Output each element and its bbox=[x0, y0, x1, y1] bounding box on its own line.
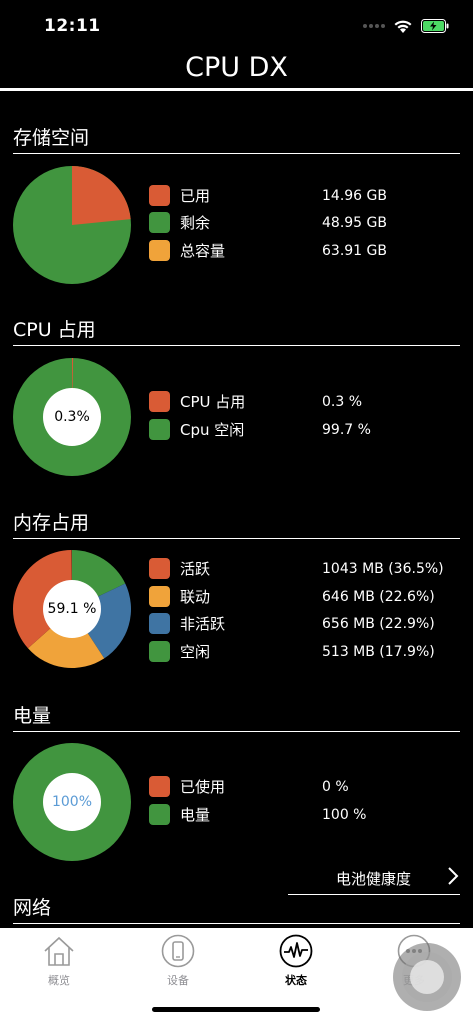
memory-legend-inactive: 非活跃 656 MB (22.9%) bbox=[149, 613, 469, 635]
storage-used-slice bbox=[72, 166, 131, 225]
phone-icon bbox=[161, 934, 195, 968]
cpu-title: CPU 占用 bbox=[13, 319, 96, 341]
status-time: 12:11 bbox=[44, 16, 101, 36]
legend-label: 电量 bbox=[180, 806, 211, 824]
legend-value: 48.95 GB bbox=[322, 215, 387, 231]
home-icon bbox=[44, 936, 74, 966]
legend-value: 646 MB (22.6%) bbox=[322, 589, 435, 605]
status-icons bbox=[363, 16, 449, 36]
legend-label: 联动 bbox=[180, 588, 211, 606]
title-divider bbox=[0, 88, 473, 91]
memory-divider bbox=[13, 538, 460, 539]
activity-icon bbox=[279, 934, 313, 968]
legend-swatch bbox=[149, 419, 170, 440]
tab-status[interactable]: 状态 bbox=[266, 934, 326, 990]
legend-label: 剩余 bbox=[180, 214, 211, 232]
battery-legend-used: 已使用 0 % bbox=[149, 776, 469, 798]
legend-label: 空闲 bbox=[180, 643, 211, 661]
battery-health-link[interactable]: 电池健康度 bbox=[288, 860, 460, 896]
legend-value: 14.96 GB bbox=[322, 188, 387, 204]
assistive-touch-button[interactable] bbox=[393, 943, 461, 1011]
legend-label: 总容量 bbox=[180, 242, 226, 260]
legend-swatch bbox=[149, 185, 170, 206]
legend-swatch bbox=[149, 613, 170, 634]
legend-value: 1043 MB (36.5%) bbox=[322, 561, 444, 577]
cpu-legend-used: CPU 占用 0.3 % bbox=[149, 391, 469, 413]
storage-legend-free: 剩余 48.95 GB bbox=[149, 212, 469, 234]
network-divider bbox=[13, 923, 460, 924]
legend-value: 99.7 % bbox=[322, 422, 371, 438]
legend-label: 已用 bbox=[180, 187, 211, 205]
app-title: CPU DX bbox=[185, 52, 288, 83]
memory-legend-wired: 联动 646 MB (22.6%) bbox=[149, 586, 469, 608]
legend-label: 非活跃 bbox=[180, 615, 226, 633]
legend-label: 活跃 bbox=[180, 560, 211, 578]
home-indicator[interactable] bbox=[152, 1007, 320, 1012]
cpu-donut-chart: 0.3% bbox=[13, 358, 131, 476]
legend-swatch bbox=[149, 776, 170, 797]
battery-legend-level: 电量 100 % bbox=[149, 804, 469, 826]
memory-title: 内存占用 bbox=[13, 512, 90, 534]
legend-swatch bbox=[149, 641, 170, 662]
legend-value: 100 % bbox=[322, 807, 367, 823]
legend-label: Cpu 空闲 bbox=[180, 421, 245, 439]
battery-charging-icon bbox=[421, 19, 449, 33]
legend-value: 63.91 GB bbox=[322, 243, 387, 259]
assistive-touch-core bbox=[410, 960, 444, 994]
storage-divider bbox=[13, 153, 460, 154]
battery-title: 电量 bbox=[13, 705, 52, 727]
battery-divider bbox=[13, 731, 460, 732]
battery-donut-chart: 100% bbox=[13, 743, 131, 861]
legend-value: 656 MB (22.9%) bbox=[322, 616, 435, 632]
signal-dots-icon bbox=[363, 24, 385, 28]
status-bar: 12:11 bbox=[0, 0, 473, 50]
tab-device[interactable]: 设备 bbox=[148, 934, 208, 990]
legend-value: 513 MB (17.9%) bbox=[322, 644, 435, 660]
cpu-divider bbox=[13, 345, 460, 346]
legend-swatch bbox=[149, 212, 170, 233]
memory-donut-chart: 59.1 % bbox=[13, 550, 131, 668]
network-title: 网络 bbox=[13, 897, 52, 919]
storage-title: 存储空间 bbox=[13, 127, 90, 149]
cpu-center-label: 0.3% bbox=[43, 388, 101, 446]
memory-legend-free: 空闲 513 MB (17.9%) bbox=[149, 641, 469, 663]
legend-swatch bbox=[149, 558, 170, 579]
tab-overview[interactable]: 概览 bbox=[29, 934, 89, 990]
chevron-right-icon bbox=[448, 867, 459, 885]
legend-value: 0 % bbox=[322, 779, 349, 795]
legend-swatch bbox=[149, 804, 170, 825]
battery-center-label: 100% bbox=[43, 773, 101, 831]
legend-value: 0.3 % bbox=[322, 394, 363, 410]
battery-link-divider bbox=[288, 894, 460, 895]
memory-legend-active: 活跃 1043 MB (36.5%) bbox=[149, 558, 469, 580]
tab-label: 概览 bbox=[48, 974, 70, 987]
memory-center-label: 59.1 % bbox=[43, 580, 101, 638]
battery-health-label: 电池健康度 bbox=[336, 870, 412, 888]
cpu-legend-idle: Cpu 空闲 99.7 % bbox=[149, 419, 469, 441]
legend-swatch bbox=[149, 240, 170, 261]
legend-label: 已使用 bbox=[180, 778, 226, 796]
storage-pie-chart bbox=[13, 166, 131, 284]
tab-label: 状态 bbox=[285, 974, 307, 987]
storage-legend-total: 总容量 63.91 GB bbox=[149, 240, 469, 262]
legend-swatch bbox=[149, 391, 170, 412]
legend-swatch bbox=[149, 586, 170, 607]
tab-label: 设备 bbox=[167, 974, 189, 987]
wifi-icon bbox=[394, 20, 412, 33]
storage-legend-used: 已用 14.96 GB bbox=[149, 185, 469, 207]
legend-label: CPU 占用 bbox=[180, 393, 246, 411]
